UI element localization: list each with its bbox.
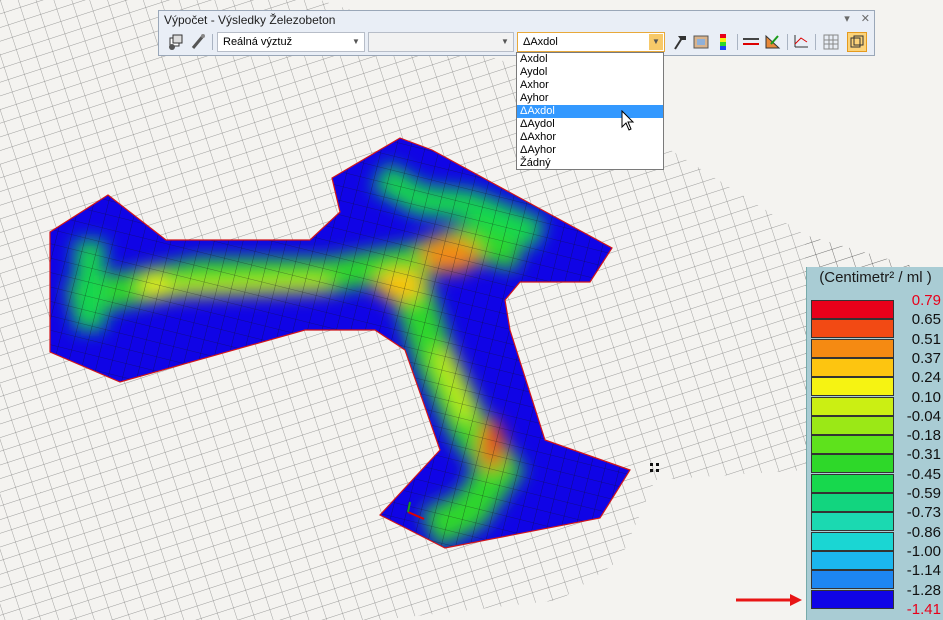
legend-value: -1.00 [906,542,941,560]
legend-value: 0.79 [911,292,941,309]
legend-swatch [811,415,894,435]
color-scale-icon[interactable] [713,32,733,52]
result-type-value: Reálná výztuž [223,36,293,48]
legend-swatch [811,300,894,319]
dropdown-option[interactable]: Axhor [517,79,663,92]
result-type-combo[interactable]: Reálná výztuž ▼ [217,32,365,52]
legend-swatch [811,396,894,416]
dropdown-option[interactable]: Ayhor [517,92,663,105]
dropdown-option[interactable]: ΔAxhor [517,131,663,144]
legend-swatch [811,454,894,474]
legend-value: -0.31 [906,446,941,464]
legend-value: -0.73 [906,504,941,522]
dropdown-option[interactable]: Axdol [517,53,663,66]
legend-swatch [811,589,894,609]
legend-value: -0.45 [906,465,941,483]
legend-swatch [811,473,894,493]
axes-icon[interactable] [791,32,811,52]
legend-swatch [811,570,894,590]
hammer-icon[interactable] [669,32,689,52]
results-icon[interactable] [166,32,186,52]
sync-icon[interactable] [847,32,867,52]
mouse-cursor-icon [621,110,635,131]
chevron-down-icon[interactable]: ▼ [349,34,363,50]
legend-value: -1.28 [906,581,941,599]
diagram-icon[interactable] [763,32,783,52]
legend-swatch [811,357,894,377]
chevron-down-icon[interactable]: ▼ [498,34,512,50]
quantity-dropdown-list[interactable]: Axdol Aydol Axhor Ayhor ΔAxdol ΔAydol ΔA… [516,52,664,170]
results-toolbar: Výpočet - Výsledky Železobeton ▾ ✕ Reáln… [158,10,875,56]
legend-value: -0.04 [906,407,941,425]
dropdown-option[interactable]: ΔAyhor [517,144,663,157]
grid-icon[interactable] [821,32,841,52]
dropdown-option[interactable]: Žádný [517,157,663,170]
legend-value: 0.24 [911,369,941,387]
chevron-down-icon[interactable]: ▼ [649,34,663,50]
legend-swatch [811,531,894,551]
legend-swatch [811,338,894,358]
legend-value: -0.59 [906,485,941,502]
legend-unit: (Centimetr² / ml ) [819,269,932,286]
legend-value: 0.51 [911,330,941,348]
legend-value: 0.37 [911,349,941,367]
legend-swatch [811,377,894,397]
legend-value: -1.41 [906,600,941,618]
legend-value: -1.14 [906,562,941,580]
model-viewport[interactable] [0,0,943,620]
color-legend: (Centimetr² / ml ) 0.79 0.65 0.51 0.37 0.24 0… [806,267,943,620]
secondary-combo[interactable]: ▼ [368,32,514,52]
pin-icon[interactable]: ▾ [844,13,850,25]
red-arrow-icon [736,594,802,606]
toolbar-title: Výpočet - Výsledky Železobeton [164,13,336,27]
legend-swatch [811,319,894,339]
close-icon[interactable]: ✕ [861,13,870,25]
dropdown-option[interactable]: ΔAydol [517,118,663,131]
dropdown-option-selected[interactable]: ΔAxdol [517,105,663,118]
legend-value: -0.18 [906,427,941,445]
dropdown-option[interactable]: Aydol [517,66,663,79]
legend-swatch [811,435,894,455]
legend-value: 0.65 [911,311,941,329]
pick-icon[interactable] [188,32,208,52]
legend-swatch [811,512,894,532]
quantity-combo-value: ΔAxdol [523,36,558,48]
legend-swatch [811,550,894,570]
legend-value: 0.10 [911,388,941,406]
panel-icon[interactable] [691,32,711,52]
legend-swatch [811,493,894,512]
sections-icon[interactable] [741,32,761,52]
legend-value: -0.86 [906,523,941,541]
quantity-combo[interactable]: ΔAxdol ▼ [517,32,665,52]
